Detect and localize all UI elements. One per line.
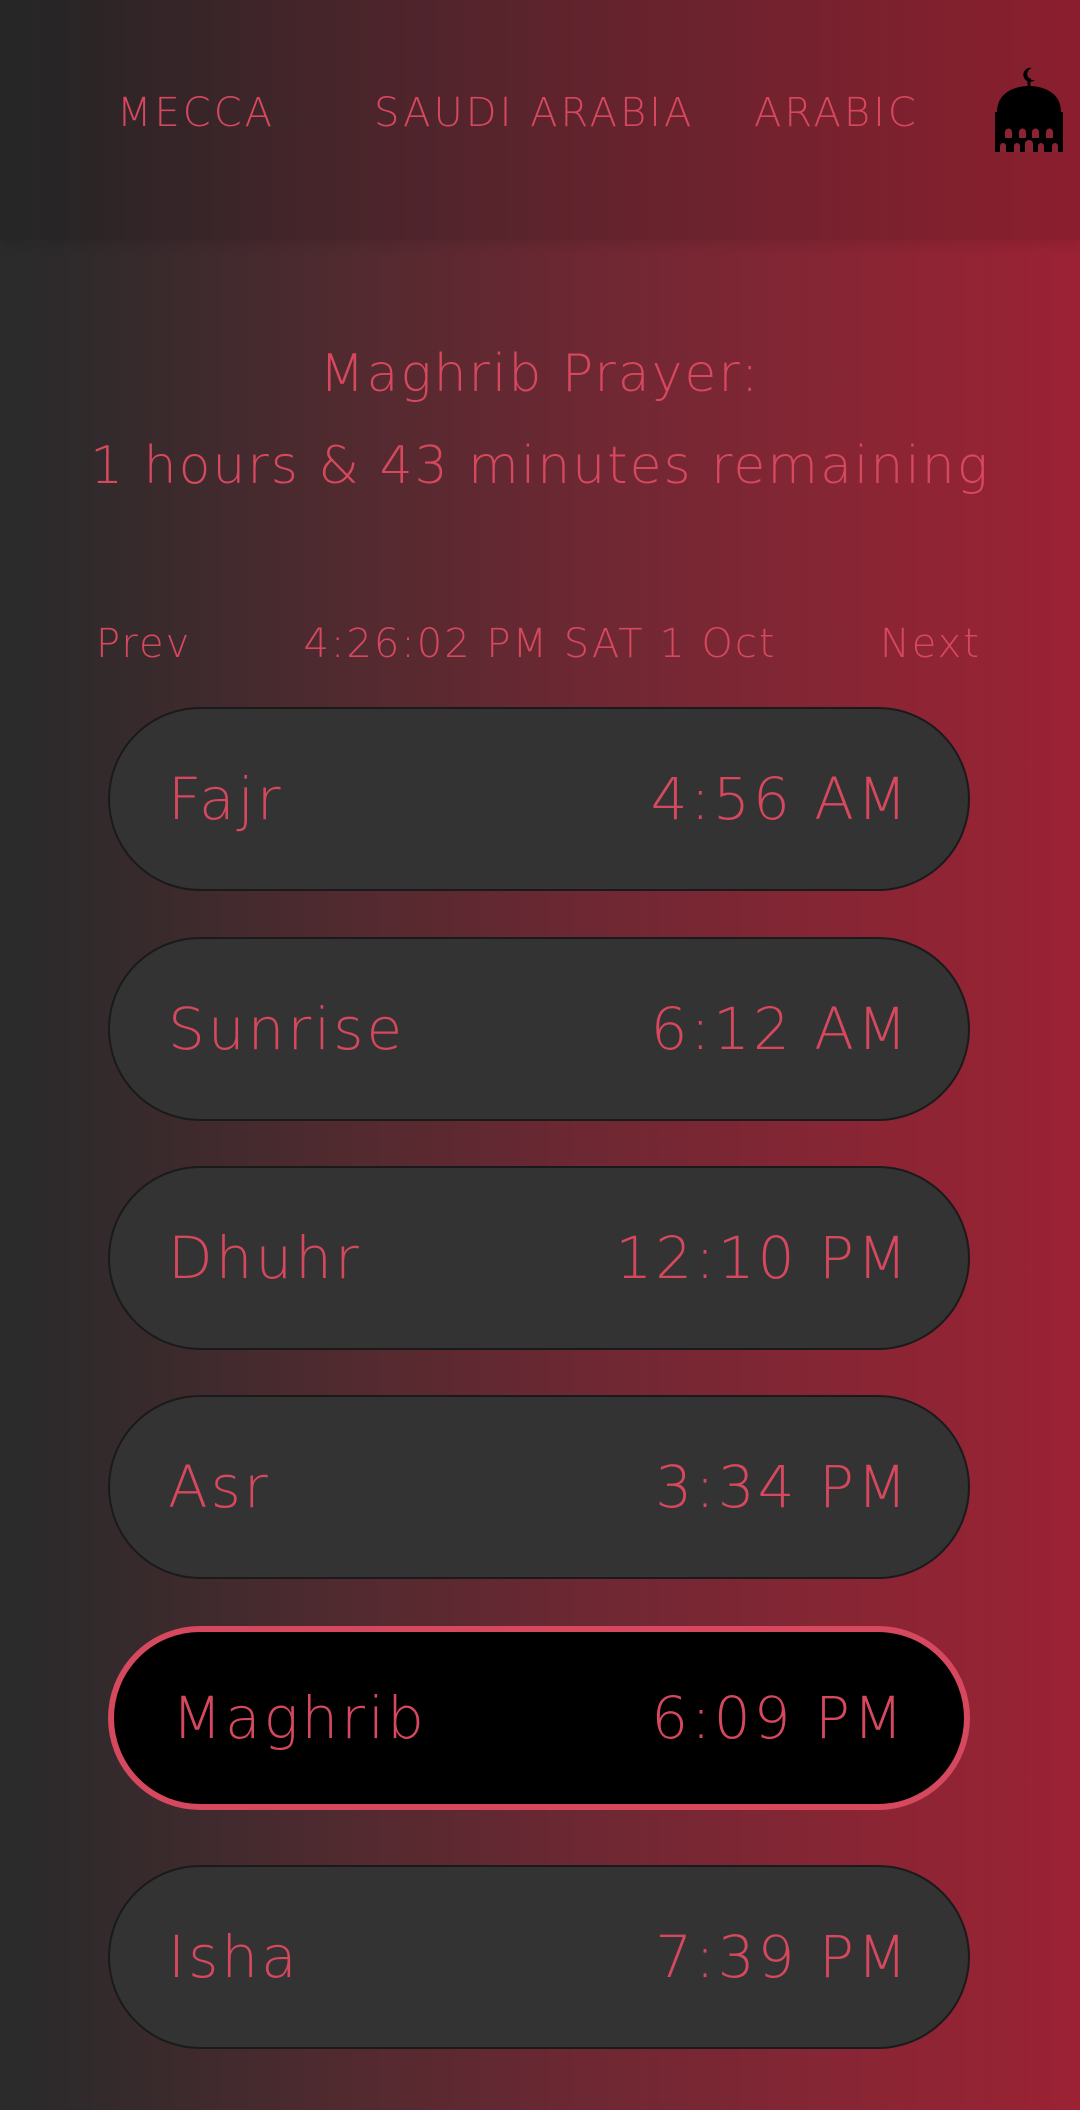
- prayer-row-maghrib[interactable]: Maghrib 6:09 PM: [108, 1626, 970, 1810]
- prayer-name: Fajr: [168, 765, 284, 833]
- top-bar: MECCA SAUDI ARABIA ARABIC: [0, 0, 1080, 240]
- prayer-name: Sunrise: [168, 995, 406, 1063]
- prayer-time: 3:34 PM: [655, 1453, 910, 1521]
- mosque-icon[interactable]: [992, 66, 1066, 152]
- prayer-time: 6:12 AM: [650, 995, 910, 1063]
- country-selector[interactable]: SAUDI ARABIA: [374, 86, 694, 140]
- prayer-time: 4:56 AM: [650, 765, 910, 833]
- next-prayer-title: Maghrib Prayer:: [319, 344, 761, 404]
- next-day-button[interactable]: Next: [880, 616, 981, 672]
- prayer-time: 7:39 PM: [655, 1923, 910, 1991]
- prayer-time: 6:09 PM: [651, 1684, 906, 1752]
- prayer-row-isha[interactable]: Isha 7:39 PM: [108, 1865, 970, 2049]
- prayer-name: Maghrib: [172, 1684, 427, 1752]
- prev-day-button[interactable]: Prev: [96, 616, 191, 672]
- prayer-row-asr[interactable]: Asr 3:34 PM: [108, 1395, 970, 1579]
- prayer-row-dhuhr[interactable]: Dhuhr 12:10 PM: [108, 1166, 970, 1350]
- prayer-time: 12:10 PM: [615, 1224, 910, 1292]
- city-selector[interactable]: MECCA: [117, 86, 275, 140]
- language-selector[interactable]: ARABIC: [754, 86, 919, 140]
- time-remaining: 1 hours & 43 minutes remaining: [90, 436, 990, 496]
- prayer-name: Asr: [168, 1453, 271, 1521]
- prayer-name: Isha: [168, 1923, 300, 1991]
- prayer-row-fajr[interactable]: Fajr 4:56 AM: [108, 707, 970, 891]
- prayer-name: Dhuhr: [168, 1224, 362, 1292]
- prayer-row-sunrise[interactable]: Sunrise 6:12 AM: [108, 937, 970, 1121]
